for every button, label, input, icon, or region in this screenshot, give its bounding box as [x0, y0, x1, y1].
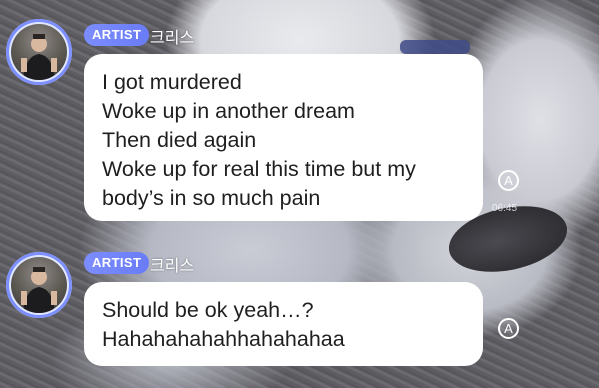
- avatar-photo: [11, 24, 67, 80]
- message-time: 06:45: [492, 203, 518, 214]
- translate-icon[interactable]: A: [498, 318, 519, 339]
- message-line: Woke up in another dream: [102, 99, 355, 123]
- message-line: Then died again: [102, 128, 257, 152]
- sender-name: 크리스: [150, 28, 195, 47]
- message-bubble[interactable]: Should be ok yeah…? Hahahahahahhahahahaa: [84, 282, 483, 366]
- avatar-photo: [11, 257, 67, 313]
- message-line: Woke up for real this time but my: [102, 157, 416, 181]
- artist-badge: ARTIST: [84, 252, 150, 274]
- avatar[interactable]: [6, 252, 72, 318]
- message-line: Hahahahahahhahahahaa: [102, 327, 345, 351]
- message-line: Should be ok yeah…?: [102, 298, 314, 322]
- artist-badge: ARTIST: [84, 24, 150, 46]
- message-line: body’s in so much pain: [102, 186, 321, 210]
- message-bubble[interactable]: I got murdered Woke up in another dream …: [84, 54, 483, 221]
- translate-icon[interactable]: A: [498, 170, 519, 191]
- background-detail: [400, 40, 470, 54]
- sender-name: 크리스: [150, 256, 195, 275]
- message-line: I got murdered: [102, 70, 242, 94]
- avatar[interactable]: [6, 19, 72, 85]
